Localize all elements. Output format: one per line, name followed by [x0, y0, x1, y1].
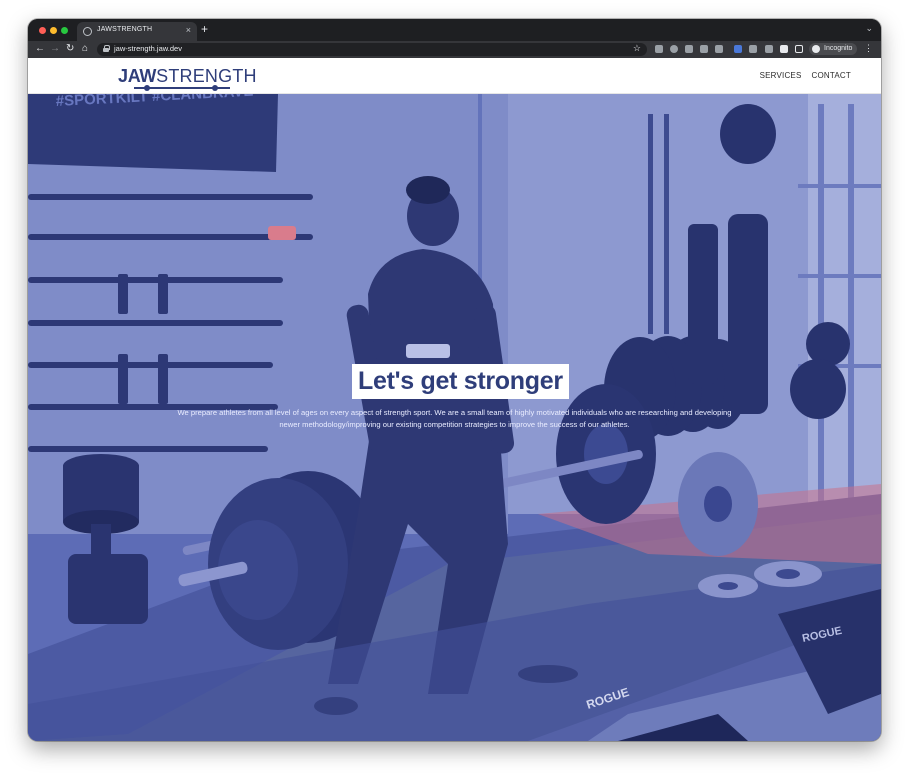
plus-icon[interactable]: + — [201, 22, 208, 36]
logo-strength: STRENGTH — [156, 66, 257, 86]
extension-icon[interactable] — [670, 45, 678, 53]
chevron-down-icon[interactable]: ⌄ — [865, 23, 873, 34]
lock-icon[interactable] — [103, 45, 110, 53]
browser-window: JAWSTRENGTH × + ⌄ ← → ↻ ⌂ jaw-strength.j… — [28, 19, 881, 741]
extension-icon[interactable] — [655, 45, 663, 53]
reload-icon[interactable]: ↻ — [66, 43, 74, 55]
logo-jaw: JAW — [118, 66, 157, 86]
incognito-badge[interactable]: Incognito — [809, 43, 858, 55]
forward-icon[interactable]: → — [50, 43, 60, 55]
tab-strip: JAWSTRENGTH × + ⌄ — [28, 19, 881, 41]
side-panel-icon[interactable] — [795, 45, 803, 53]
tab-jawstrength[interactable]: JAWSTRENGTH × — [77, 22, 197, 41]
web-page: JAWSTRENGTH SERVICES CONTACT #SPORTKILT … — [28, 58, 881, 741]
star-icon[interactable]: ☆ — [633, 43, 641, 54]
nav-contact[interactable]: CONTACT — [812, 71, 851, 80]
site-nav: SERVICES CONTACT — [760, 71, 851, 80]
close-icon[interactable]: × — [186, 25, 191, 35]
extension-icon[interactable] — [715, 45, 723, 53]
extension-icon[interactable] — [734, 45, 742, 53]
extension-icon[interactable] — [749, 45, 757, 53]
menu-icon[interactable]: ⋮ — [864, 43, 873, 54]
logo-barbell-plate — [144, 85, 150, 91]
logo-barbell-plate — [212, 85, 218, 91]
hero-description: We prepare athletes from all level of ag… — [177, 408, 732, 429]
globe-icon — [83, 27, 92, 36]
close-window-button[interactable] — [39, 27, 46, 34]
minimize-window-button[interactable] — [50, 27, 57, 34]
site-header: JAWSTRENGTH SERVICES CONTACT — [28, 58, 881, 94]
incognito-icon — [812, 45, 820, 53]
extension-icon[interactable] — [700, 45, 708, 53]
incognito-label: Incognito — [824, 45, 853, 52]
hero-headline: Let's get stronger — [352, 364, 569, 399]
maximize-window-button[interactable] — [61, 27, 68, 34]
browser-toolbar: ← → ↻ ⌂ jaw-strength.jaw.dev ☆ Incognito… — [28, 41, 881, 58]
home-icon[interactable]: ⌂ — [82, 43, 88, 55]
tab-title: JAWSTRENGTH — [97, 26, 153, 33]
address-bar[interactable]: jaw-strength.jaw.dev ☆ — [97, 43, 647, 56]
extension-icon[interactable] — [685, 45, 693, 53]
extension-icon[interactable] — [765, 45, 773, 53]
puzzle-icon[interactable] — [780, 45, 788, 53]
site-logo[interactable]: JAWSTRENGTH — [118, 66, 257, 91]
nav-services[interactable]: SERVICES — [760, 71, 802, 80]
back-icon[interactable]: ← — [35, 43, 45, 55]
url-text[interactable]: jaw-strength.jaw.dev — [114, 44, 182, 53]
